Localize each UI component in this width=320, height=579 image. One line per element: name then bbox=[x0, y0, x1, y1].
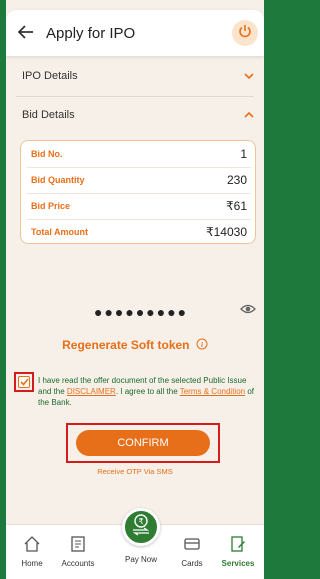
checkmark-icon bbox=[19, 373, 29, 391]
terms-middle: . I agree to all the bbox=[115, 387, 180, 396]
back-arrow-icon[interactable] bbox=[17, 24, 40, 42]
eye-icon[interactable] bbox=[240, 302, 256, 320]
logout-button[interactable] bbox=[232, 20, 258, 46]
terms-checkbox-highlight bbox=[14, 372, 34, 392]
bid-key: Bid Quantity bbox=[31, 175, 85, 185]
nav-label: Pay Now bbox=[124, 555, 157, 564]
section-bid-details[interactable]: Bid Details bbox=[16, 97, 264, 133]
nav-home[interactable]: Home bbox=[6, 535, 58, 568]
chevron-down-icon bbox=[240, 73, 258, 79]
bid-key: Bid No. bbox=[31, 149, 63, 159]
soft-token-field[interactable]: ●●●●●●●●● bbox=[16, 300, 264, 324]
nav-label: Cards bbox=[181, 559, 203, 568]
bid-row: Bid No. 1 bbox=[21, 141, 257, 167]
masked-pin: ●●●●●●●●● bbox=[94, 304, 189, 320]
bid-value: 230 bbox=[226, 173, 247, 187]
nav-label: Home bbox=[21, 559, 43, 568]
nav-label: Accounts bbox=[61, 559, 95, 568]
home-icon bbox=[23, 536, 41, 555]
terms-text: I have read the offer document of the se… bbox=[38, 375, 260, 408]
nav-paynow[interactable]: Pay Now bbox=[115, 551, 167, 564]
bid-value: 1 bbox=[240, 147, 247, 161]
section-label: Bid Details bbox=[22, 109, 75, 121]
svg-text:₹: ₹ bbox=[138, 517, 143, 526]
paynow-button[interactable]: ₹ bbox=[122, 508, 160, 546]
chevron-up-icon bbox=[240, 112, 258, 118]
bid-value: ₹61 bbox=[226, 199, 247, 213]
confirm-button[interactable]: CONFIRM bbox=[76, 430, 210, 456]
regen-label: Regenerate Soft token bbox=[62, 338, 190, 352]
section-ipo-details[interactable]: IPO Details bbox=[16, 58, 264, 94]
receive-otp-link[interactable]: Receive OTP Via SMS bbox=[6, 467, 264, 476]
app-header: Apply for IPO bbox=[6, 10, 264, 56]
accounts-icon bbox=[69, 536, 87, 555]
svg-text:i: i bbox=[201, 341, 203, 349]
nav-label: Services bbox=[221, 559, 255, 568]
nav-accounts[interactable]: Accounts bbox=[52, 535, 104, 568]
info-icon[interactable]: i bbox=[193, 338, 208, 352]
bid-details-card: Bid No. 1 Bid Quantity 230 Bid Price ₹61… bbox=[20, 140, 256, 244]
app-screen: Apply for IPO IPO Details Bid Details Bi… bbox=[6, 0, 264, 579]
bid-key: Total Amount bbox=[31, 227, 88, 237]
disclaimer-link[interactable]: DISCLAIMER bbox=[67, 387, 116, 396]
nav-services[interactable]: Services bbox=[212, 535, 264, 568]
confirm-highlight: CONFIRM bbox=[66, 423, 220, 463]
bid-value: ₹14030 bbox=[205, 225, 247, 239]
services-icon bbox=[229, 536, 247, 555]
bid-row: Bid Price ₹61 bbox=[21, 193, 257, 219]
terms-checkbox[interactable] bbox=[18, 376, 30, 388]
bid-row: Bid Quantity 230 bbox=[21, 167, 257, 193]
nav-cards[interactable]: Cards bbox=[166, 535, 218, 568]
power-icon bbox=[238, 24, 252, 43]
bid-row: Total Amount ₹14030 bbox=[21, 219, 257, 245]
bid-key: Bid Price bbox=[31, 201, 71, 211]
terms-condition-link[interactable]: Terms & Condition bbox=[180, 387, 245, 396]
section-label: IPO Details bbox=[22, 70, 78, 82]
regenerate-soft-token-link[interactable]: Regenerate Soft token i bbox=[6, 338, 264, 352]
page-title: Apply for IPO bbox=[46, 24, 136, 42]
rupee-transfer-icon: ₹ bbox=[129, 513, 153, 542]
card-icon bbox=[183, 538, 201, 555]
